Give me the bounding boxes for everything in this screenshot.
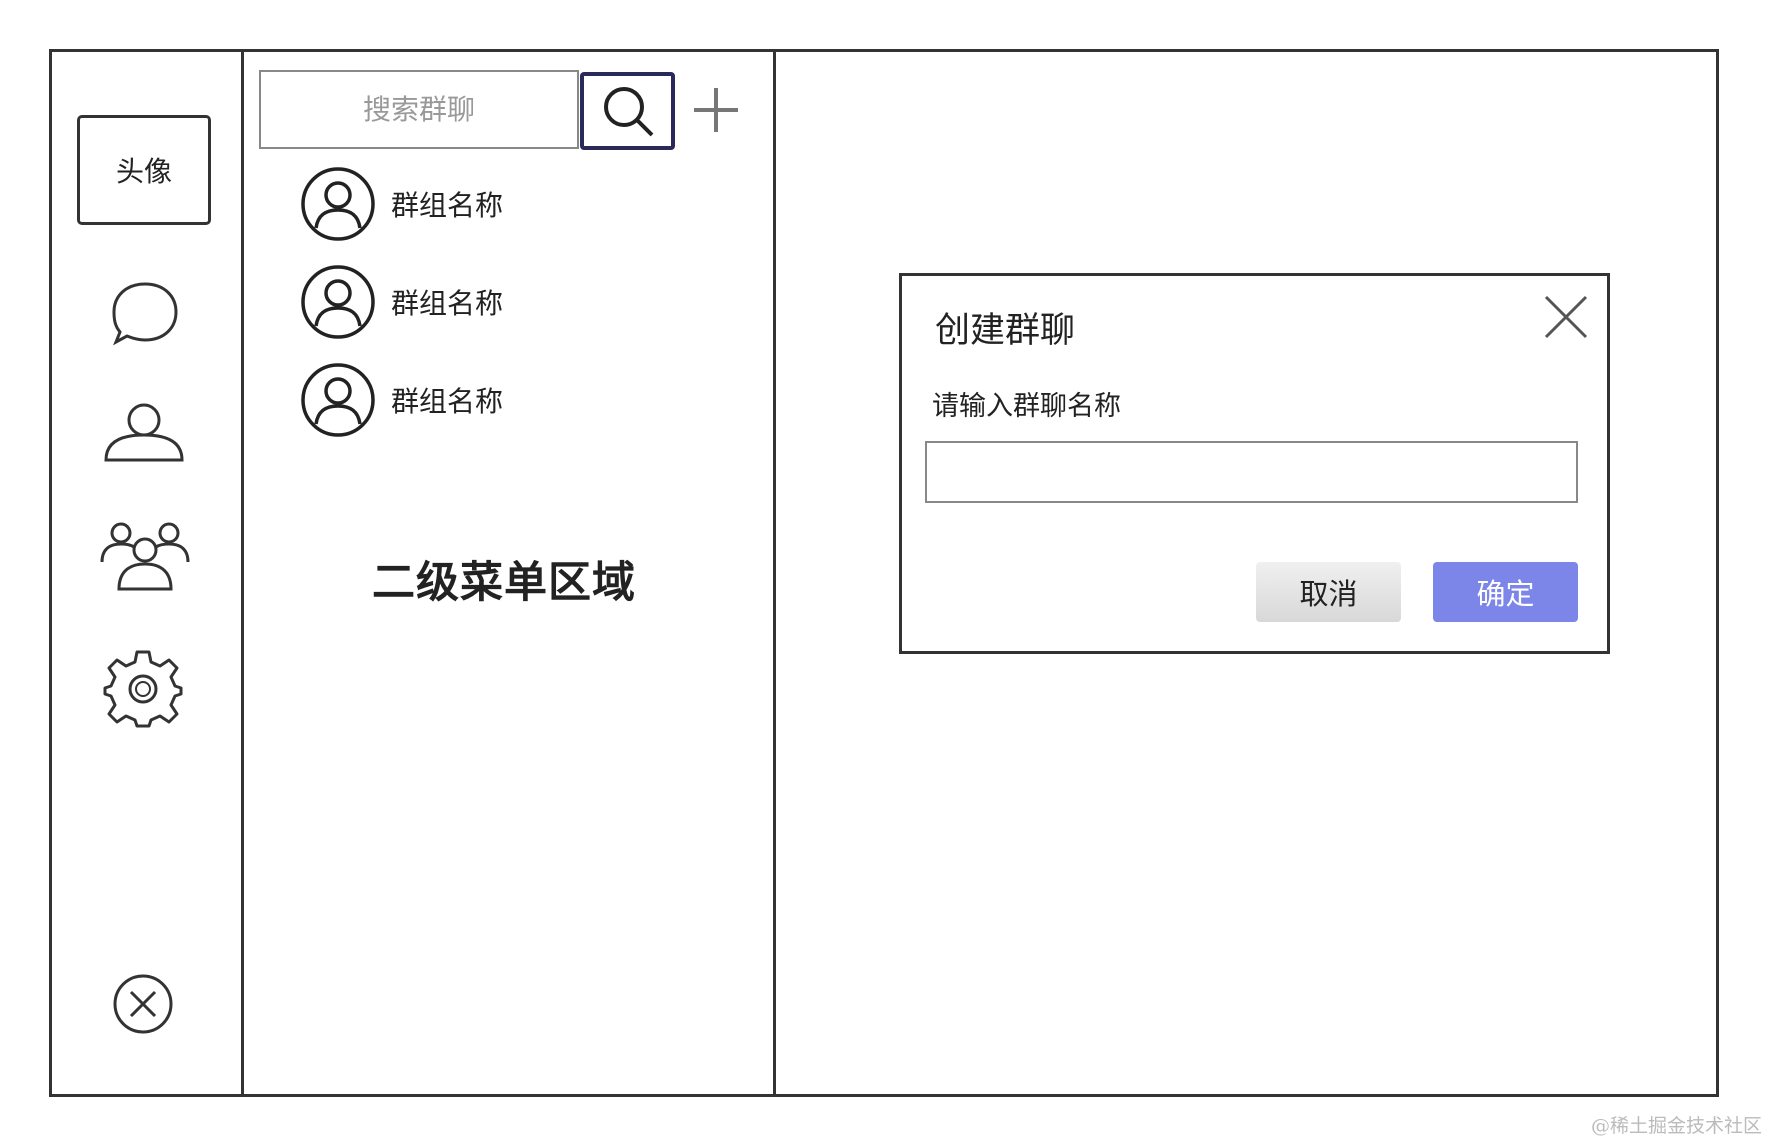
search-input[interactable] bbox=[259, 70, 579, 149]
dialog-title: 创建群聊 bbox=[935, 311, 1076, 351]
group-avatar-icon bbox=[301, 363, 375, 437]
group-icon[interactable] bbox=[99, 520, 191, 592]
gear-icon[interactable] bbox=[103, 648, 183, 728]
watermark: @稀土掘金技术社区 bbox=[1590, 1115, 1762, 1137]
add-icon[interactable] bbox=[692, 86, 740, 134]
search-button[interactable] bbox=[580, 72, 675, 150]
group-list-item[interactable]: 群组名称 bbox=[300, 360, 600, 440]
chat-bubble-icon[interactable] bbox=[110, 280, 180, 346]
group-name: 群组名称 bbox=[391, 287, 504, 320]
group-list-item[interactable]: 群组名称 bbox=[300, 164, 600, 244]
avatar[interactable]: 头像 bbox=[77, 115, 211, 225]
group-list-item[interactable]: 群组名称 bbox=[300, 262, 600, 342]
close-icon[interactable] bbox=[1543, 294, 1589, 340]
group-avatar-icon bbox=[301, 167, 375, 241]
sidebar-divider bbox=[241, 49, 244, 1097]
search-icon bbox=[603, 87, 653, 137]
group-name-label: 请输入群聊名称 bbox=[932, 391, 1121, 422]
group-name-input[interactable] bbox=[925, 441, 1578, 503]
menu-divider bbox=[773, 49, 776, 1097]
cancel-button[interactable]: 取消 bbox=[1256, 562, 1401, 622]
group-name: 群组名称 bbox=[391, 385, 504, 418]
create-group-dialog: 创建群聊 请输入群聊名称 取消 确定 bbox=[899, 273, 1610, 654]
confirm-button[interactable]: 确定 bbox=[1433, 562, 1578, 622]
group-avatar-icon bbox=[301, 265, 375, 339]
group-name: 群组名称 bbox=[391, 189, 504, 222]
close-circle-icon[interactable] bbox=[111, 972, 175, 1036]
user-icon[interactable] bbox=[103, 402, 185, 464]
secondary-menu-area-title: 二级菜单区域 bbox=[372, 558, 636, 608]
